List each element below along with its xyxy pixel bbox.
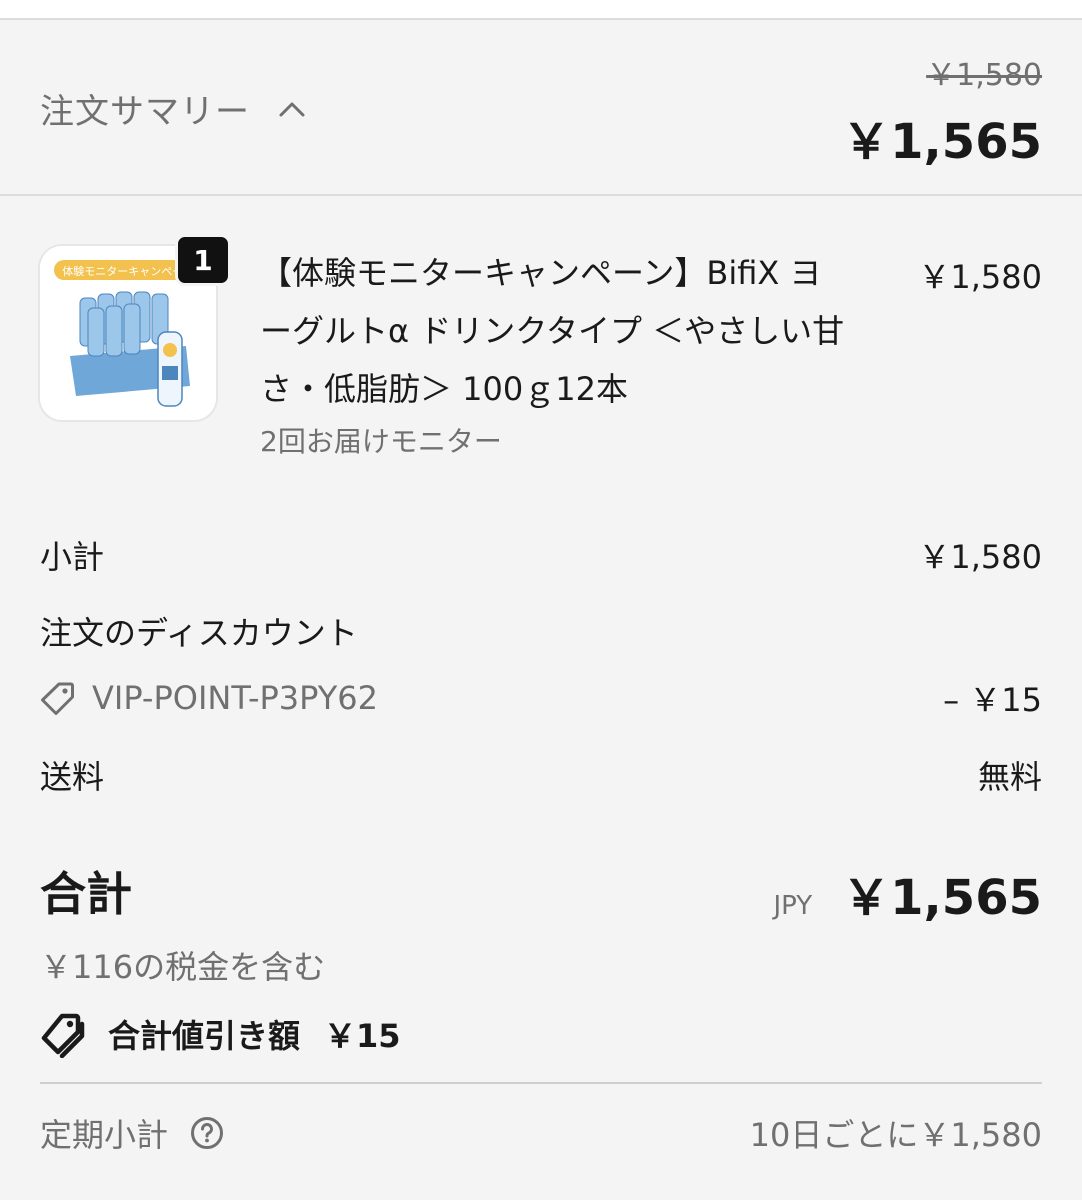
order-summary-toggle[interactable]: 注文サマリー [40, 84, 306, 133]
order-discount-label: 注文のディスカウント [40, 614, 358, 652]
divider [40, 1082, 1042, 1084]
tax-note: ￥116の税金を含む [40, 948, 326, 986]
recurring-subtotal-value: 10日ごとに￥1,580 [749, 1116, 1042, 1154]
recurring-subtotal-label: 定期小計 [40, 1116, 169, 1154]
discount-code-row: VIP-POINT-P3PY62 – ￥15 [40, 675, 1042, 721]
product-price: ￥1,580 [918, 258, 1042, 296]
tag-icon [41, 1013, 85, 1058]
total-savings: 合計値引き額 ￥15 [40, 1010, 401, 1058]
header-total: ￥1,565 [842, 114, 1042, 170]
product-variant: 2回お届けモニター [260, 425, 502, 458]
currency-code: JPY [773, 891, 813, 921]
line-item: 体験モニターキャンペーン 1 【体験モニターキャンペーン】BifiX ヨーグルト… [0, 196, 1082, 486]
product-title: 【体験モニターキャンペーン】BifiX ヨーグルトα ドリンクタイプ ＜やさしい… [260, 254, 845, 408]
subtotal-row: 小計 ￥1,580 [40, 532, 1042, 578]
savings-amount: ￥15 [324, 1017, 401, 1055]
order-summary-header[interactable]: 注文サマリー ￥1,580 ￥1,565 [0, 20, 1082, 196]
discount-value: – ￥15 [943, 681, 1042, 719]
order-summary-label: 注文サマリー [40, 92, 250, 132]
grand-total-label: 合計 [40, 867, 132, 921]
shipping-label: 送料 [40, 758, 105, 796]
help-icon[interactable] [190, 1116, 224, 1150]
shipping-value: 無料 [977, 758, 1042, 796]
chevron-up-icon [279, 102, 305, 116]
tag-icon [41, 682, 74, 715]
order-discount-row: 注文のディスカウント [40, 608, 1042, 654]
savings-label: 合計値引き額 [108, 1017, 301, 1055]
original-total: ￥1,580 [926, 58, 1042, 93]
shipping-row: 送料 無料 [40, 752, 1042, 798]
discount-code: VIP-POINT-P3PY62 [92, 679, 378, 717]
top-strip [0, 0, 1082, 20]
quantity-badge: 1 [175, 234, 231, 286]
product-image-banner: 体験モニターキャンペーン [62, 264, 193, 278]
grand-total-amount: ￥1,565 [842, 870, 1042, 926]
subtotal-label: 小計 [40, 538, 105, 576]
recurring-subtotal-row: 定期小計 10日ごとに￥1,580 [40, 1110, 1042, 1156]
grand-total-row: 合計 JPY ￥1,565 [40, 858, 1042, 928]
subtotal-value: ￥1,580 [918, 538, 1042, 576]
